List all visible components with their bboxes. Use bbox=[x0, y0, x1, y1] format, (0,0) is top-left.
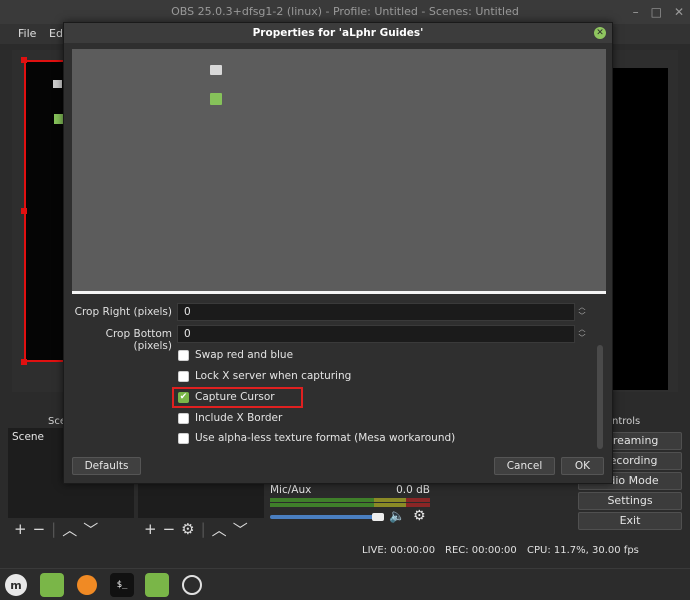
swap-red-blue-checkbox[interactable]: Swap red and blue bbox=[178, 347, 293, 363]
scene-list-item[interactable]: Scene bbox=[12, 431, 44, 443]
preview-right-panel bbox=[612, 68, 668, 390]
scrollbar[interactable] bbox=[597, 345, 603, 449]
mixer-level: 0.0 dB bbox=[396, 484, 430, 496]
folder-icon bbox=[210, 93, 222, 105]
lock-x-server-checkbox[interactable]: Lock X server when capturing bbox=[178, 368, 351, 384]
live-status: LIVE: 00:00:00 bbox=[362, 545, 436, 556]
checkbox-label: Swap red and blue bbox=[195, 349, 294, 361]
mint-menu-icon[interactable]: m bbox=[4, 573, 28, 597]
files-icon[interactable] bbox=[40, 573, 64, 597]
checkbox-label: Include X Border bbox=[195, 412, 283, 424]
alpha-less-texture-checkbox[interactable]: Use alpha-less texture format (Mesa work… bbox=[178, 430, 455, 446]
volume-slider[interactable] bbox=[270, 515, 382, 519]
chevron-down-icon[interactable]: ﹀ bbox=[576, 312, 588, 321]
source-preview bbox=[72, 49, 606, 291]
dialog-title: Properties for 'aLphr Guides' bbox=[252, 27, 424, 39]
sources-toolbar: + − ⚙ | ︿ ﹀ bbox=[138, 518, 264, 540]
controls-dock-header: ntrols bbox=[612, 416, 641, 427]
minimize-icon[interactable]: – bbox=[633, 0, 639, 24]
crop-bottom-label: Crop Bottom (pixels) bbox=[105, 328, 172, 352]
firefox-icon[interactable] bbox=[75, 573, 99, 597]
folder-icon bbox=[54, 114, 63, 124]
chevron-up-icon[interactable]: ︿ bbox=[576, 303, 588, 312]
rec-status: REC: 00:00:00 bbox=[445, 545, 517, 556]
crop-bottom-input[interactable]: 0 bbox=[177, 325, 575, 343]
ok-button[interactable]: OK bbox=[561, 457, 604, 475]
chevron-up-icon[interactable]: ︿ bbox=[62, 519, 77, 540]
folder-icon[interactable] bbox=[145, 573, 169, 597]
taskbar: m $_ bbox=[0, 568, 690, 600]
chevron-up-icon[interactable]: ︿ bbox=[576, 325, 588, 334]
computer-icon bbox=[53, 80, 62, 88]
computer-icon bbox=[210, 65, 222, 75]
checkbox-box[interactable] bbox=[178, 412, 189, 424]
cancel-button[interactable]: Cancel bbox=[494, 457, 555, 475]
settings-button[interactable]: Settings bbox=[578, 492, 682, 510]
gear-icon[interactable]: ⚙ bbox=[181, 520, 194, 538]
add-icon[interactable]: + bbox=[14, 520, 27, 538]
chevron-down-icon[interactable]: ﹀ bbox=[83, 519, 98, 540]
defaults-button[interactable]: Defaults bbox=[72, 457, 141, 475]
exit-button[interactable]: Exit bbox=[578, 512, 682, 530]
audio-mixer: Mic/Aux 0.0 dB 🔈 ⚙ bbox=[268, 484, 434, 532]
separator: | bbox=[51, 520, 57, 538]
resize-handle[interactable] bbox=[21, 359, 27, 365]
checkbox-box[interactable] bbox=[178, 432, 189, 444]
window-title: OBS 25.0.3+dfsg1-2 (linux) - Profile: Un… bbox=[171, 5, 519, 18]
dialog-titlebar: Properties for 'aLphr Guides' ✕ bbox=[64, 23, 612, 43]
crop-right-label: Crop Right (pixels) bbox=[74, 306, 172, 318]
chevron-down-icon[interactable]: ﹀ bbox=[233, 519, 248, 540]
resize-handle[interactable] bbox=[21, 57, 27, 63]
scenes-toolbar: + − | ︿ ﹀ bbox=[8, 518, 134, 540]
close-icon[interactable]: ✕ bbox=[594, 27, 606, 39]
checkbox-label: Use alpha-less texture format (Mesa work… bbox=[195, 432, 456, 444]
checkbox-label: Lock X server when capturing bbox=[195, 370, 352, 382]
status-bar: LIVE: 00:00:00 REC: 00:00:00 CPU: 11.7%,… bbox=[0, 540, 690, 562]
crop-right-input[interactable]: 0 bbox=[177, 303, 575, 321]
close-icon[interactable]: ✕ bbox=[674, 0, 684, 24]
include-x-border-checkbox[interactable]: Include X Border bbox=[178, 410, 282, 426]
mixer-channel-name: Mic/Aux bbox=[270, 484, 312, 496]
maximize-icon[interactable]: □ bbox=[651, 0, 662, 24]
volume-meter bbox=[270, 498, 430, 502]
resize-handle[interactable] bbox=[21, 208, 27, 214]
gear-icon[interactable]: ⚙ bbox=[413, 508, 426, 524]
terminal-icon[interactable]: $_ bbox=[110, 573, 134, 597]
crop-bottom-stepper[interactable]: ︿ ﹀ bbox=[576, 325, 588, 343]
chevron-down-icon[interactable]: ﹀ bbox=[576, 334, 588, 343]
menu-file[interactable]: File bbox=[18, 27, 36, 40]
volume-slider-handle[interactable] bbox=[372, 513, 384, 521]
separator: | bbox=[200, 520, 206, 538]
checkbox-box[interactable] bbox=[178, 370, 189, 382]
preview-divider bbox=[72, 291, 606, 294]
speaker-icon[interactable]: 🔈 bbox=[389, 509, 405, 524]
crop-right-stepper[interactable]: ︿ ﹀ bbox=[576, 303, 588, 321]
properties-dialog: Properties for 'aLphr Guides' ✕ Crop Rig… bbox=[63, 22, 613, 484]
remove-icon[interactable]: − bbox=[163, 520, 176, 538]
chevron-up-icon[interactable]: ︿ bbox=[212, 519, 227, 540]
cpu-status: CPU: 11.7%, 30.00 fps bbox=[527, 545, 639, 556]
volume-meter bbox=[270, 503, 430, 507]
window-titlebar: OBS 25.0.3+dfsg1-2 (linux) - Profile: Un… bbox=[0, 0, 690, 24]
add-icon[interactable]: + bbox=[144, 520, 157, 538]
remove-icon[interactable]: − bbox=[33, 520, 46, 538]
checkbox-box[interactable] bbox=[178, 349, 189, 361]
obs-icon[interactable] bbox=[180, 573, 204, 597]
highlight-annotation bbox=[172, 387, 303, 408]
